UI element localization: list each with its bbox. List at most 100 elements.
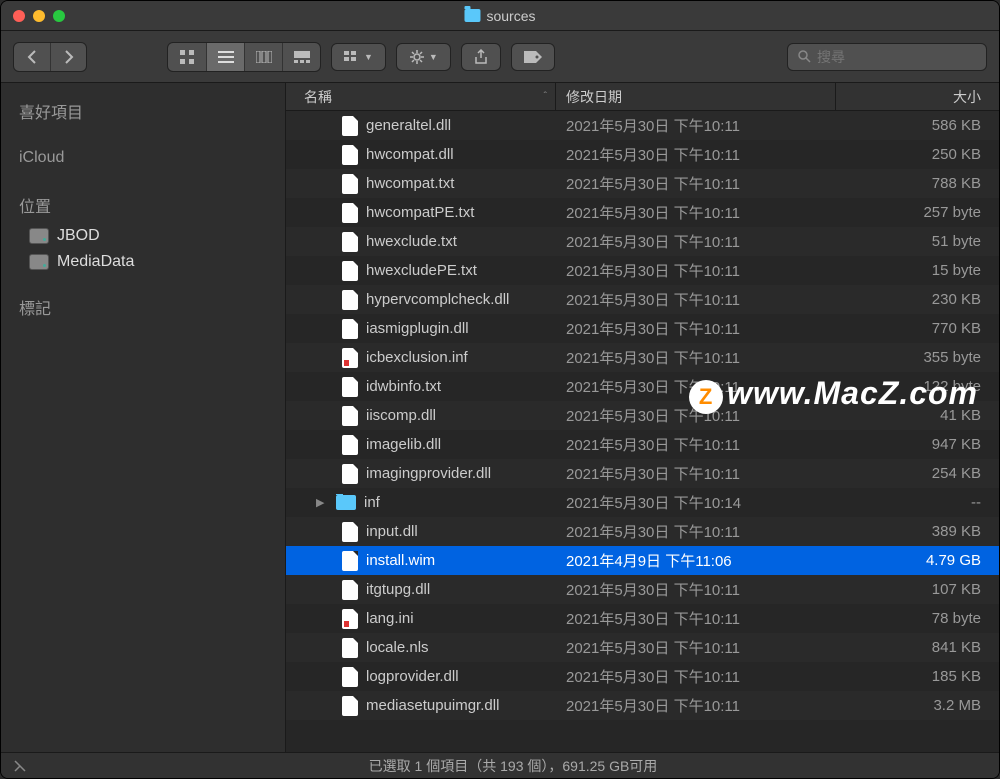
file-row[interactable]: hwexclude.txt2021年5月30日 下午10:1151 byte <box>286 227 999 256</box>
file-size: 185 KB <box>836 668 999 685</box>
sidebar-item-mediadata[interactable]: MediaData <box>1 249 285 275</box>
maximize-button[interactable] <box>53 10 65 22</box>
file-row[interactable]: generaltel.dll2021年5月30日 下午10:11586 KB <box>286 111 999 140</box>
file-size: 107 KB <box>836 581 999 598</box>
file-date: 2021年5月30日 下午10:14 <box>556 492 836 513</box>
file-name: lang.ini <box>366 610 414 627</box>
search-box[interactable] <box>787 43 987 71</box>
file-name: imagingprovider.dll <box>366 465 491 482</box>
file-icon <box>342 551 358 571</box>
file-name: install.wim <box>366 552 435 569</box>
sort-indicator-icon: ˆ <box>544 91 547 102</box>
window-title: sources <box>464 8 535 24</box>
file-date: 2021年5月30日 下午10:11 <box>556 521 836 542</box>
file-row[interactable]: imagingprovider.dll2021年5月30日 下午10:11254… <box>286 459 999 488</box>
file-row[interactable]: install.wim2021年4月9日 下午11:064.79 GB <box>286 546 999 575</box>
file-name: hwexcludePE.txt <box>366 262 477 279</box>
file-name: hwexclude.txt <box>366 233 457 250</box>
file-icon <box>342 319 358 339</box>
file-date: 2021年5月30日 下午10:11 <box>556 318 836 339</box>
file-icon <box>342 116 358 136</box>
file-row[interactable]: itgtupg.dll 2021年5月30日 下午10:11107 KB <box>286 575 999 604</box>
arrange-button[interactable]: ▼ <box>331 43 386 71</box>
share-button[interactable] <box>461 43 501 71</box>
file-row[interactable]: hypervcomplcheck.dll2021年5月30日 下午10:1123… <box>286 285 999 314</box>
file-size: -- <box>836 494 999 511</box>
forward-button[interactable] <box>50 43 86 71</box>
file-name: logprovider.dll <box>366 668 459 685</box>
file-row[interactable]: hwexcludePE.txt2021年5月30日 下午10:1115 byte <box>286 256 999 285</box>
file-row[interactable]: idwbinfo.txt2021年5月30日 下午10:11122 byte <box>286 372 999 401</box>
file-row[interactable]: hwcompatPE.txt2021年5月30日 下午10:11257 byte <box>286 198 999 227</box>
list-view-button[interactable] <box>206 43 244 71</box>
disk-icon <box>29 254 49 270</box>
file-date: 2021年5月30日 下午10:11 <box>556 579 836 600</box>
file-browser: 名稱 ˆ 修改日期 大小 generaltel.dll2021年5月30日 下午… <box>286 83 999 752</box>
disclosure-triangle-icon[interactable]: ▶ <box>316 496 328 509</box>
file-name: itgtupg.dll <box>366 581 430 598</box>
gallery-view-button[interactable] <box>282 43 320 71</box>
sidebar-header-tags: 標記 <box>1 289 285 325</box>
gear-icon <box>409 49 425 65</box>
file-date: 2021年5月30日 下午10:11 <box>556 289 836 310</box>
file-row[interactable]: hwcompat.txt2021年5月30日 下午10:11788 KB <box>286 169 999 198</box>
sidebar-header-locations: 位置 <box>1 187 285 223</box>
tags-button[interactable] <box>511 43 555 71</box>
file-size: 15 byte <box>836 262 999 279</box>
file-row[interactable]: ▶ inf 2021年5月30日 下午10:14-- <box>286 488 999 517</box>
file-date: 2021年5月30日 下午10:11 <box>556 173 836 194</box>
file-icon <box>342 580 358 600</box>
content-area: 喜好項目 iCloud 位置 JBOD MediaData 標記 <box>1 83 999 752</box>
file-name: hwcompatPE.txt <box>366 204 474 221</box>
file-row[interactable]: lang.ini 2021年5月30日 下午10:1178 byte <box>286 604 999 633</box>
toolbar: ▼ ▼ <box>1 31 999 83</box>
file-name: locale.nls <box>366 639 429 656</box>
file-list[interactable]: generaltel.dll2021年5月30日 下午10:11586 KBhw… <box>286 111 999 752</box>
close-button[interactable] <box>13 10 25 22</box>
file-date: 2021年5月30日 下午10:11 <box>556 347 836 368</box>
icon-view-button[interactable] <box>168 43 206 71</box>
column-header-size[interactable]: 大小 <box>836 83 999 110</box>
file-size: 78 byte <box>836 610 999 627</box>
tag-icon <box>524 51 542 63</box>
file-date: 2021年4月9日 下午11:06 <box>556 550 836 571</box>
status-text: 已選取 1 個項目（共 193 個），691.25 GB可用 <box>39 756 987 776</box>
file-row[interactable]: imagelib.dll2021年5月30日 下午10:11947 KB <box>286 430 999 459</box>
column-header-name[interactable]: 名稱 ˆ <box>286 83 556 110</box>
file-icon <box>342 667 358 687</box>
file-name: hypervcomplcheck.dll <box>366 291 509 308</box>
sidebar-item-jbod[interactable]: JBOD <box>1 223 285 249</box>
file-row[interactable]: locale.nls2021年5月30日 下午10:11841 KB <box>286 633 999 662</box>
sidebar-header-favorites: 喜好項目 <box>1 93 285 129</box>
file-size: 586 KB <box>836 117 999 134</box>
back-button[interactable] <box>14 43 50 71</box>
file-size: 41 KB <box>836 407 999 424</box>
file-row[interactable]: hwcompat.dll2021年5月30日 下午10:11250 KB <box>286 140 999 169</box>
search-input[interactable] <box>817 49 998 65</box>
file-row[interactable]: logprovider.dll 2021年5月30日 下午10:11185 KB <box>286 662 999 691</box>
file-size: 841 KB <box>836 639 999 656</box>
file-row[interactable]: iiscomp.dll2021年5月30日 下午10:1141 KB <box>286 401 999 430</box>
file-row[interactable]: icbexclusion.inf2021年5月30日 下午10:11355 by… <box>286 343 999 372</box>
share-icon <box>474 49 488 65</box>
file-date: 2021年5月30日 下午10:11 <box>556 608 836 629</box>
file-row[interactable]: mediasetupuimgr.dll2021年5月30日 下午10:113.2… <box>286 691 999 720</box>
titlebar: sources <box>1 1 999 31</box>
file-icon <box>342 174 358 194</box>
file-row[interactable]: input.dll2021年5月30日 下午10:11389 KB <box>286 517 999 546</box>
file-row[interactable]: iasmigplugin.dll2021年5月30日 下午10:11770 KB <box>286 314 999 343</box>
path-button[interactable] <box>13 759 27 773</box>
minimize-button[interactable] <box>33 10 45 22</box>
file-icon <box>342 406 358 426</box>
file-date: 2021年5月30日 下午10:11 <box>556 666 836 687</box>
file-date: 2021年5月30日 下午10:11 <box>556 202 836 223</box>
file-icon <box>342 348 358 368</box>
action-button[interactable]: ▼ <box>396 43 451 71</box>
file-name: inf <box>364 494 380 511</box>
file-date: 2021年5月30日 下午10:11 <box>556 115 836 136</box>
column-header-date[interactable]: 修改日期 <box>556 83 836 110</box>
column-view-button[interactable] <box>244 43 282 71</box>
file-icon <box>342 435 358 455</box>
file-date: 2021年5月30日 下午10:11 <box>556 144 836 165</box>
list-header: 名稱 ˆ 修改日期 大小 <box>286 83 999 111</box>
